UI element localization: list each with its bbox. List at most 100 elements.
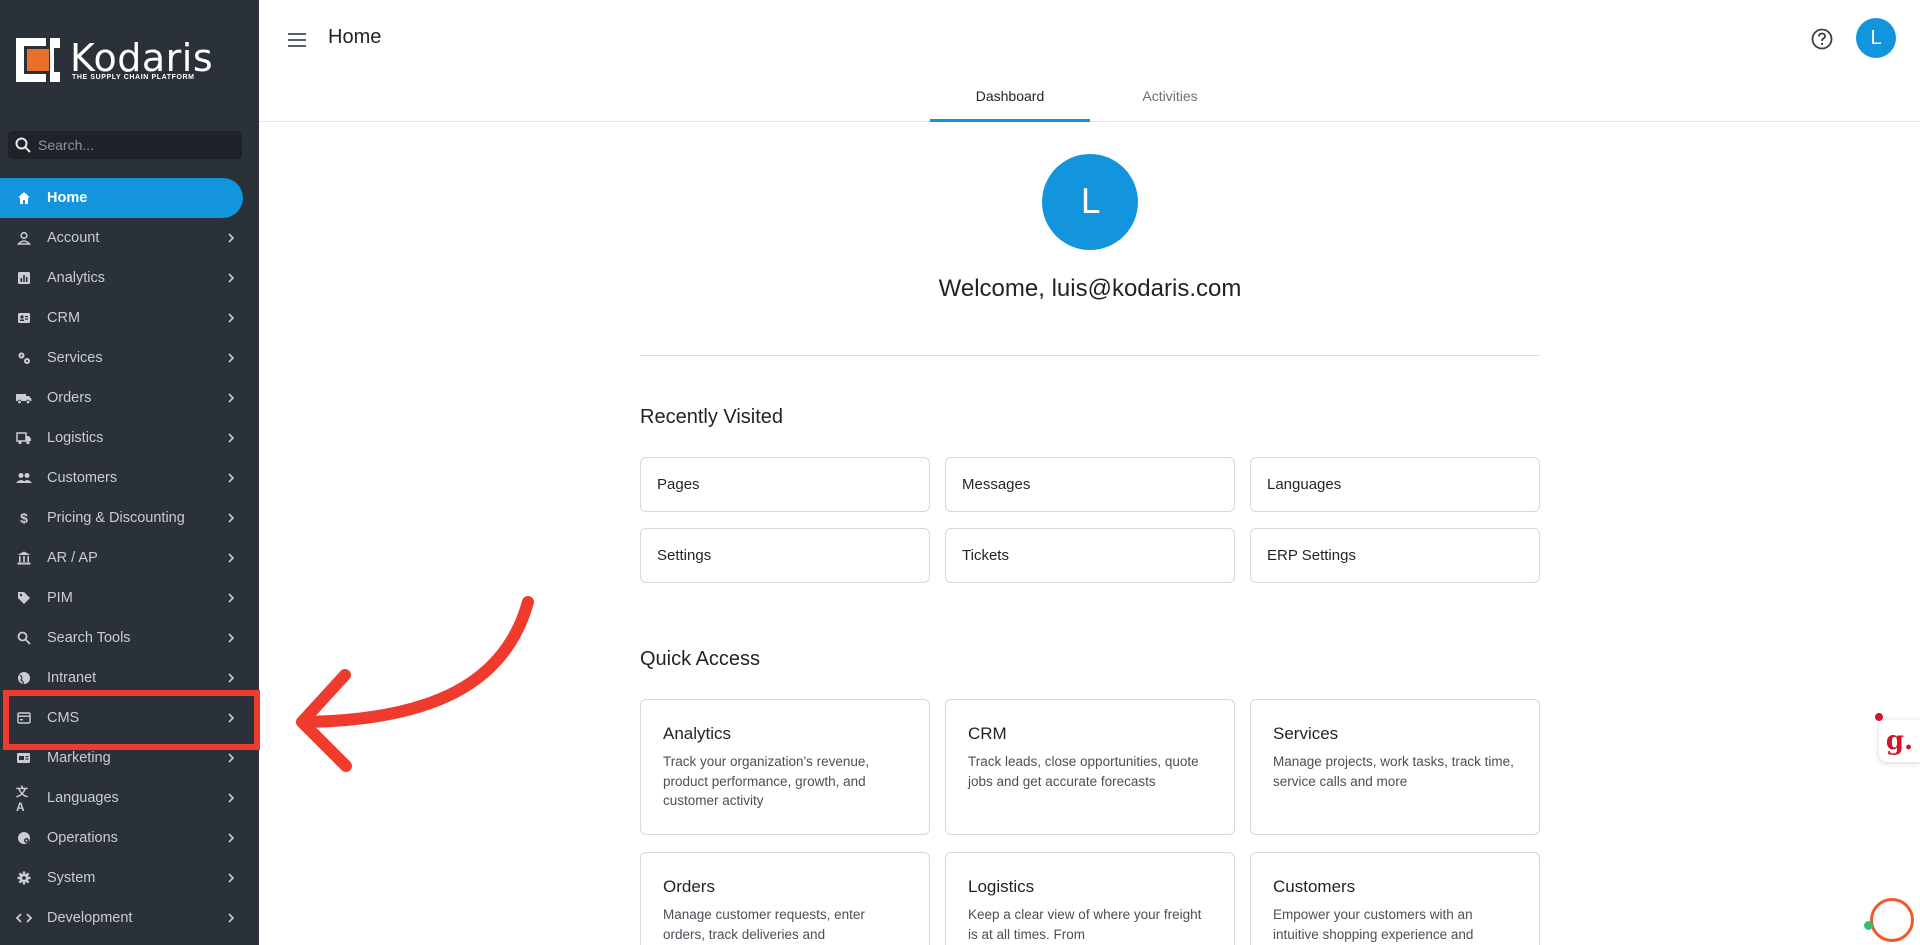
services-icon [16,350,32,366]
recent-link-erp-settings[interactable]: ERP Settings [1250,528,1540,583]
quick-access-card-analytics[interactable]: Analytics Track your organization's reve… [640,699,930,835]
marketing-icon [16,750,32,766]
home-icon [16,190,32,206]
quick-access-card-orders[interactable]: Orders Manage customer requests, enter o… [640,852,930,945]
sidebar-item-label: Customers [47,470,118,486]
hamburger-menu-icon[interactable] [285,28,311,52]
bank-icon [16,550,32,566]
help-icon[interactable] [1810,27,1834,51]
card-description: Track your organization's revenue, produ… [663,754,870,808]
tab-bar: Dashboard Activities [930,80,1250,122]
chevron-right-icon [228,513,235,523]
recent-link-tickets[interactable]: Tickets [945,528,1235,583]
sidebar-item-label: CRM [47,310,81,326]
chevron-right-icon [228,873,235,883]
recent-link-settings[interactable]: Settings [640,528,930,583]
grammarly-widget[interactable]: g. [1879,720,1920,762]
user-avatar[interactable]: L [1856,18,1896,58]
sidebar-item-label: Home [47,190,88,206]
sidebar-item-development[interactable]: Development [0,898,259,938]
chevron-right-icon [228,673,235,683]
kodaris-logo[interactable]: Kodaris THE SUPPLY CHAIN PLATFORM [16,36,216,86]
brand-tagline: THE SUPPLY CHAIN PLATFORM [72,74,195,81]
sidebar-item-ar-ap[interactable]: AR / AP [0,538,259,578]
quick-access-card-crm[interactable]: CRM Track leads, close opportunities, qu… [945,699,1235,835]
card-title: Services [1273,724,1339,743]
recent-link-messages[interactable]: Messages [945,457,1235,512]
sidebar-search-input[interactable] [38,137,228,153]
sidebar-item-services[interactable]: Services [0,338,259,378]
crm-icon [16,310,32,326]
sidebar-item-label: Logistics [47,430,104,446]
brand-name: Kodaris [70,36,214,80]
sidebar: Kodaris THE SUPPLY CHAIN PLATFORM Home A… [0,0,259,945]
recent-link-pages[interactable]: Pages [640,457,930,512]
sidebar-item-label: Orders [47,390,92,406]
sidebar-item-logistics[interactable]: Logistics [0,418,259,458]
sidebar-item-pricing-discounting[interactable]: $ Pricing & Discounting [0,498,259,538]
quick-access-card-logistics[interactable]: Logistics Keep a clear view of where you… [945,852,1235,945]
chevron-right-icon [228,593,235,603]
recent-link-languages[interactable]: Languages [1250,457,1540,512]
sidebar-item-label: Operations [47,830,118,846]
sidebar-search[interactable] [8,131,242,159]
quick-access-card-customers[interactable]: Customers Empower your customers with an… [1250,852,1540,945]
sidebar-item-account[interactable]: Account [0,218,259,258]
truck-icon [16,390,32,406]
sidebar-item-label: Development [47,910,133,926]
page-title: Home [328,26,382,48]
chevron-right-icon [228,313,235,323]
card-title: CRM [968,724,1007,743]
recently-visited-title: Recently Visited [640,406,784,428]
sidebar-item-label: Intranet [47,670,97,686]
card-description: Manage customer requests, enter orders, … [663,907,865,942]
search-icon [16,630,32,646]
chevron-right-icon [228,793,235,803]
sidebar-item-label: Marketing [47,750,111,766]
tab-activities[interactable]: Activities [1090,80,1250,122]
tab-dashboard[interactable]: Dashboard [930,80,1090,122]
customers-icon [16,470,32,486]
sidebar-item-analytics[interactable]: Analytics [0,258,259,298]
sidebar-item-home[interactable]: Home [0,178,243,218]
sidebar-item-label: System [47,870,96,886]
sidebar-item-crm[interactable]: CRM [0,298,259,338]
cms-highlight-box [3,690,260,750]
sidebar-item-label: Pricing & Discounting [47,510,185,526]
card-title: Analytics [663,724,732,743]
sidebar-item-orders[interactable]: Orders [0,378,259,418]
chevron-right-icon [228,913,235,923]
sidebar-item-system[interactable]: System [0,858,259,898]
globe-icon [16,670,32,686]
dollar-icon: $ [20,510,28,526]
sidebar-item-label: Languages [47,790,119,806]
annotation-arrow-icon [296,596,534,772]
search-icon [8,131,38,159]
quick-access-title: Quick Access [640,648,761,670]
profile-avatar: L [1042,154,1138,250]
chevron-right-icon [228,833,235,843]
card-description: Manage projects, work tasks, track time,… [1273,754,1514,789]
chevron-right-icon [228,233,235,243]
sidebar-item-operations[interactable]: Operations [0,818,259,858]
sidebar-item-label: Search Tools [47,630,131,646]
chevron-right-icon [228,473,235,483]
sidebar-item-customers[interactable]: Customers [0,458,259,498]
account-icon [16,230,32,246]
sidebar-item-languages[interactable]: 文A Languages [0,778,259,818]
online-status-dot [1864,921,1873,930]
sidebar-item-pim[interactable]: PIM [0,578,259,618]
translate-icon: 文A [16,784,29,814]
card-description: Empower your customers with an intuitive… [1273,907,1474,942]
top-bar: Home L Dashboard Activities [259,0,1920,122]
chevron-right-icon [228,553,235,563]
sidebar-nav: Home Account Analytics CRM Services Orde… [0,178,259,938]
sidebar-item-search-tools[interactable]: Search Tools [0,618,259,658]
tag-icon [16,590,32,606]
sidebar-item-label: Account [47,230,100,246]
welcome-message: Welcome, luis@kodaris.com [938,275,1242,302]
card-title: Logistics [968,877,1035,896]
chevron-right-icon [228,753,235,763]
quick-access-card-services[interactable]: Services Manage projects, work tasks, tr… [1250,699,1540,835]
chat-widget-icon[interactable] [1870,898,1914,942]
